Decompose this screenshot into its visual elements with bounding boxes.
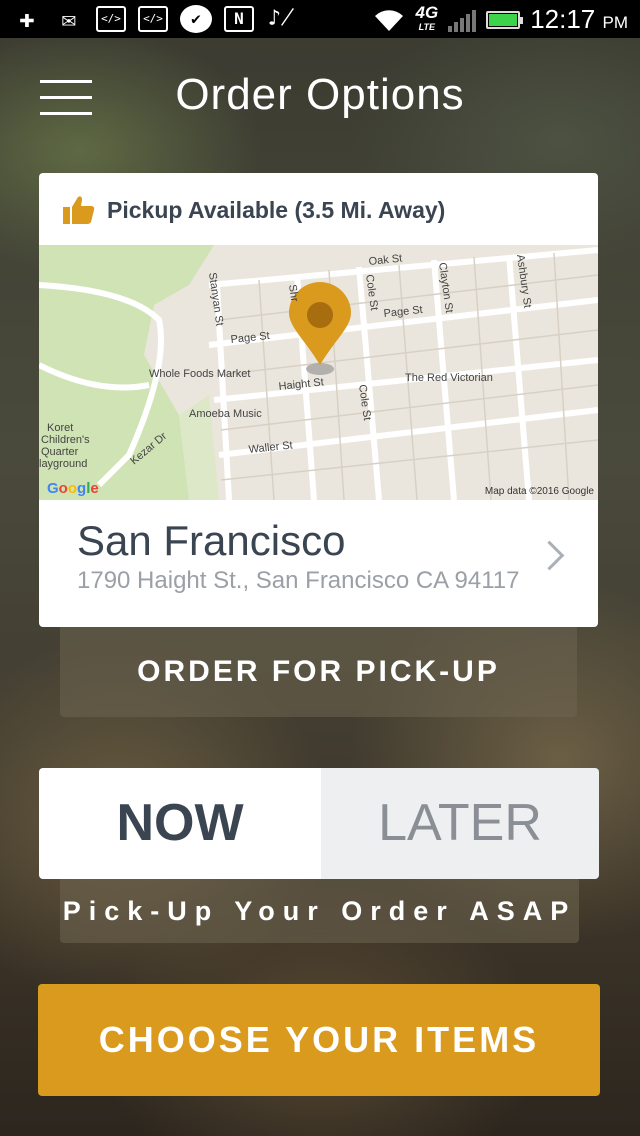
code-icon: </> (96, 6, 126, 32)
order-type-button[interactable]: ORDER FOR PICK-UP (60, 627, 577, 717)
map-copyright: Map data ©2016 Google (484, 486, 594, 497)
nfc-icon: N (224, 6, 254, 32)
gmail-icon: ✉ (61, 5, 77, 33)
pickup-status-text: Pickup Available (3.5 Mi. Away) (107, 196, 446, 223)
code-icon: </> (138, 6, 168, 32)
wifi-icon (374, 9, 403, 31)
asap-label: Pick-Up Your Order ASAP (60, 879, 579, 943)
check-app-icon: ✔ (180, 5, 212, 33)
later-option[interactable]: LATER (321, 768, 599, 879)
mute-icon: ♪̸ (267, 6, 295, 31)
svg-text:Whole Foods Market: Whole Foods Market (149, 368, 250, 380)
svg-text:Amoeba Music: Amoeba Music (189, 408, 262, 420)
time-toggle[interactable]: NOW LATER (39, 768, 599, 879)
location-map[interactable]: Oak St Page St Page St Haight St Waller … (39, 245, 598, 500)
status-bar: ✚ ✉ </> </> ✔ N ♪̸ 4G LTE 12:17 PM (0, 0, 640, 38)
network-label: 4G (415, 2, 439, 22)
clock: 12:17 PM (530, 4, 628, 35)
svg-text:Koret: Koret (47, 422, 73, 434)
choose-items-button[interactable]: CHOOSE YOUR ITEMS (38, 984, 600, 1096)
svg-text:The Red Victorian: The Red Victorian (405, 372, 493, 384)
svg-text:Shr: Shr (286, 284, 300, 303)
svg-text:Quarter: Quarter (41, 446, 79, 458)
network-sub-label: LTE (418, 21, 436, 32)
svg-text:Children's: Children's (41, 434, 90, 446)
location-address: 1790 Haight St., San Francisco CA 94117 (77, 567, 520, 594)
network-type: 4G LTE (415, 2, 439, 34)
location-name: San Francisco (77, 517, 346, 564)
thumbs-up-icon (63, 196, 95, 224)
add-icon: ✚ (19, 4, 35, 34)
clock-time: 12:17 (530, 4, 596, 34)
signal-icon (448, 8, 477, 32)
chevron-right-icon[interactable] (534, 540, 565, 571)
page-title: Order Options (175, 70, 465, 119)
battery-icon (486, 10, 524, 29)
google-logo: Google (47, 480, 99, 497)
location-card[interactable]: Pickup Available (3.5 Mi. Away) Oak St P… (39, 173, 598, 627)
pickup-status-row: Pickup Available (3.5 Mi. Away) (63, 195, 445, 225)
now-option[interactable]: NOW (39, 768, 321, 879)
clock-ampm: PM (602, 13, 629, 32)
svg-text:layground: layground (39, 458, 87, 470)
